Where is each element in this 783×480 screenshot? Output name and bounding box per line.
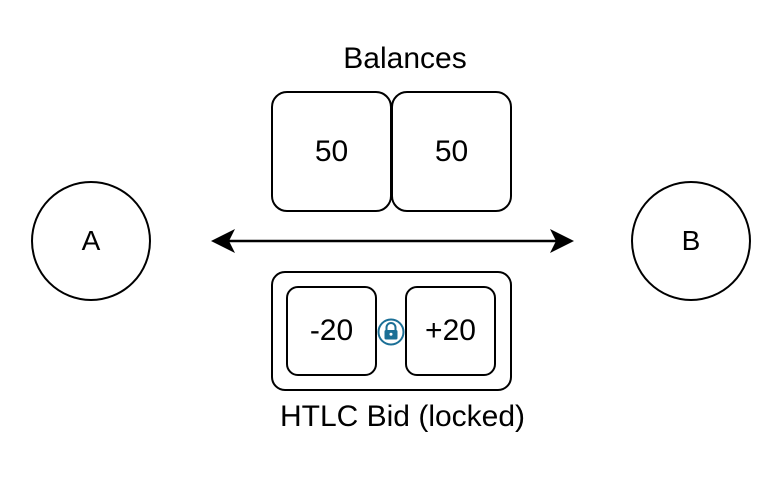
htlc-a-value: -20 (309, 314, 354, 347)
channel-arrow (211, 229, 574, 253)
balances-title: Balances (343, 42, 467, 75)
htlc-title: HTLC Bid (locked) (279, 400, 526, 433)
balance-b-box: 50 (391, 91, 512, 212)
htlc-a-box: -20 (286, 286, 377, 376)
node-a: A (31, 181, 151, 301)
balance-a-value: 50 (314, 134, 349, 168)
node-a-label: A (81, 225, 101, 256)
node-b-label: B (681, 225, 701, 256)
htlc-b-box: +20 (405, 286, 496, 376)
balance-b-value: 50 (434, 134, 469, 168)
node-b: B (631, 181, 751, 301)
lock-icon (377, 318, 405, 346)
balance-a-box: 50 (271, 91, 392, 212)
htlc-b-value: +20 (425, 314, 476, 347)
